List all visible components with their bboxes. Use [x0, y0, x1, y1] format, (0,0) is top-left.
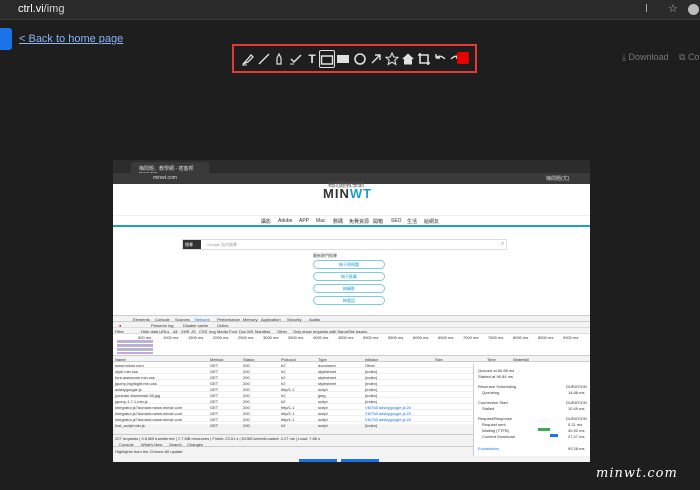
dt-timing-panel: Queued at 80.86 ms Started at 96.84 ms R… — [473, 364, 590, 456]
copy-label: Co — [687, 52, 700, 62]
copy-button[interactable]: ⧉ Co — [679, 52, 699, 63]
rect-outline-icon[interactable] — [319, 50, 335, 68]
dt-blue-bar — [341, 459, 379, 462]
search-icon: ⌕ — [501, 241, 505, 247]
download-button[interactable]: ⤓ Download — [622, 52, 669, 63]
dt-highlights: Highlights from the Chrome 80 update — [115, 449, 183, 454]
shot-nav-item: 數碼 — [333, 219, 344, 225]
shot-pill: 梅干問問題 — [313, 260, 385, 269]
screenshot-canvas[interactable]: 梅問題．教學網 - 痞客邦PIXNET minwt.com 梅問題(尤) 梅問題… — [113, 160, 590, 462]
circle-icon[interactable] — [352, 50, 368, 68]
crop-icon[interactable] — [416, 50, 432, 68]
shot-nav-item: 給網友 — [424, 219, 440, 225]
annotation-toolbar: T — [232, 44, 477, 73]
rect-filled-icon[interactable] — [335, 50, 351, 68]
star-icon[interactable]: ☆ — [668, 2, 678, 15]
text-icon[interactable]: T — [304, 50, 320, 68]
shot-profile: 梅問題(尤) — [546, 176, 570, 182]
dt-status-bar: 207 requests | 3.8 MB transferred | 7.7 … — [113, 434, 473, 441]
shot-search: 搜尋 Google 站內搜尋 ⌕ — [182, 239, 507, 250]
download-label: Download — [628, 52, 669, 62]
highlighter-icon[interactable] — [240, 50, 256, 68]
shot-search-hint: Google 站內搜尋 — [207, 242, 238, 247]
shot-nav-item: Adobe — [278, 218, 293, 224]
side-blue-button[interactable] — [0, 28, 12, 50]
shot-search-btn: 搜尋 — [183, 240, 201, 249]
shot-recommend-title: 最新熱門搜尋 — [313, 253, 337, 258]
shot-pill: 梅干推薦 — [313, 272, 385, 281]
shot-nav-item: 開箱 — [373, 219, 384, 225]
back-to-home-link[interactable]: < Back to home page — [19, 33, 123, 45]
dt-waterfall-overview — [117, 340, 153, 354]
shot-devtools: Elements Console Sources Network Perform… — [113, 315, 590, 462]
star-icon[interactable] — [384, 50, 400, 68]
color-swatch[interactable] — [457, 52, 469, 64]
shot-nav: 攝影 Adobe APP Mac 數碼 免費資源 開箱 SEO 生活 給網友 — [113, 215, 590, 227]
pen-icon[interactable] — [272, 50, 288, 68]
line-icon[interactable] — [256, 50, 272, 68]
shot-nav-item: APP — [299, 218, 310, 224]
undo-icon[interactable] — [432, 50, 448, 68]
arrow-icon[interactable] — [368, 50, 384, 68]
home-icon[interactable] — [400, 50, 416, 68]
shot-nav-item: Mac — [316, 218, 326, 224]
watermark: minwt.com — [596, 466, 678, 481]
url-path: /img — [43, 3, 65, 15]
shot-pill: 梅電話 — [313, 296, 385, 305]
shot-nav-item: 免費資源 — [349, 219, 370, 225]
shot-logo: MINWT — [323, 186, 372, 201]
shot-nav-item: 攝影 — [261, 219, 272, 225]
shot-logo-accent: WT — [349, 186, 373, 201]
shot-tab: 梅問題．教學網 - 痞客邦PIXNET — [131, 162, 209, 178]
shot-logo-main: MIN — [323, 186, 350, 201]
shot-nav-item: 生活 — [407, 219, 418, 225]
shot-pill: 梅攝影 — [313, 284, 385, 293]
avatar[interactable] — [688, 4, 699, 15]
marker-icon[interactable] — [288, 50, 304, 68]
shot-url: minwt.com — [153, 175, 177, 181]
url-text[interactable]: ctrl.vi/img — [18, 3, 64, 15]
address-bar: ctrl.vi/img ☆ — [0, 0, 700, 20]
dt-timeline: 500 ms 1000 ms 1500 ms 2000 ms 2500 ms 3… — [113, 334, 590, 356]
dt-console-tabs: Console What's New Search Changes — [113, 441, 473, 447]
url-host: ctrl.vi — [18, 3, 44, 15]
bookmark-icon[interactable] — [646, 4, 652, 12]
shot-tab-strip: 梅問題．教學網 - 痞客邦PIXNET — [113, 160, 590, 178]
dt-blue-bar — [299, 459, 337, 462]
shot-nav-item: SEO — [391, 218, 402, 224]
